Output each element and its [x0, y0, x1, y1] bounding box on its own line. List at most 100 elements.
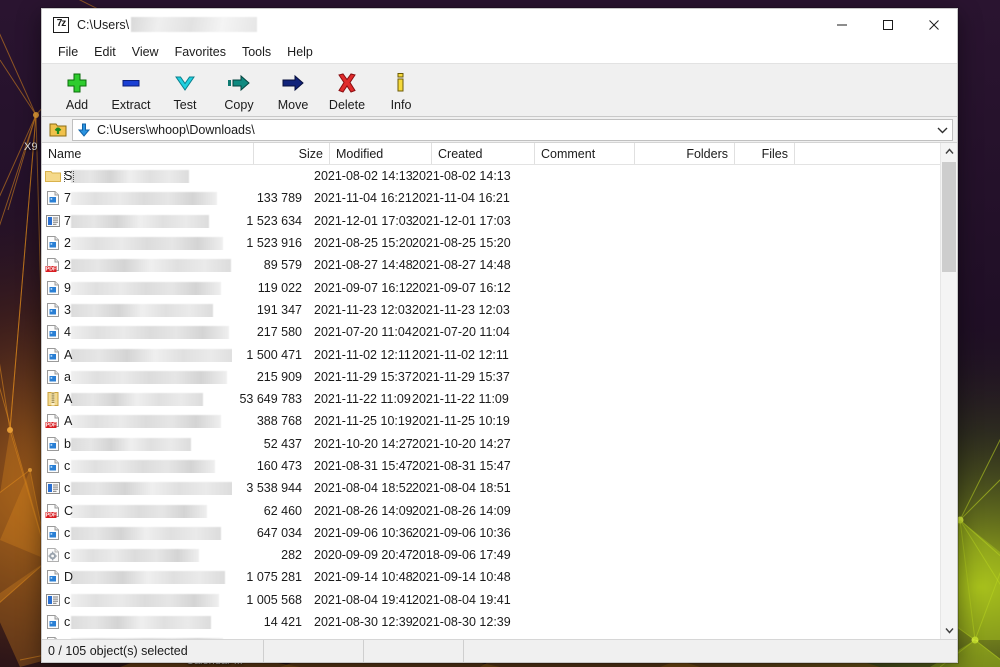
- file-name-cell[interactable]: S: [64, 169, 232, 183]
- table-row[interactable]: c647 0342021-09-06 10:362021-09-06 10:36: [42, 522, 957, 544]
- up-one-level-button[interactable]: [46, 119, 70, 141]
- column-header-created[interactable]: Created: [432, 143, 535, 164]
- scrollbar-track[interactable]: [941, 160, 957, 622]
- file-name-cell[interactable]: 3: [64, 303, 232, 317]
- table-row[interactable]: c14 4212021-08-30 12:392021-08-30 12:39: [42, 611, 957, 633]
- file-name-cell[interactable]: c: [64, 481, 232, 495]
- doc-blue-icon: [42, 614, 64, 630]
- address-field[interactable]: C:\Users\whoop\Downloads\: [72, 119, 953, 141]
- info-i-icon: [387, 71, 415, 95]
- table-row[interactable]: 71 523 6342021-12-01 17:032021-12-01 17:…: [42, 210, 957, 232]
- file-created-cell: 2021-09-07 16:12: [410, 281, 513, 295]
- column-header-name[interactable]: Name: [42, 143, 254, 164]
- file-name-cell[interactable]: b: [64, 437, 232, 451]
- address-dropdown-button[interactable]: [937, 120, 948, 140]
- column-header-comment[interactable]: Comment: [535, 143, 635, 164]
- file-name-cell[interactable]: D: [64, 570, 232, 584]
- table-row[interactable]: 4217 5802021-07-20 11:042021-07-20 11:04: [42, 321, 957, 343]
- table-row[interactable]: c1 005 5682021-08-04 19:412021-08-04 19:…: [42, 589, 957, 611]
- table-row[interactable]: b52 4372021-10-20 14:272021-10-20 14:27: [42, 433, 957, 455]
- extract-button[interactable]: Extract: [104, 67, 158, 115]
- column-header-size[interactable]: Size: [254, 143, 330, 164]
- table-row[interactable]: D1 075 2812021-09-14 10:482021-09-14 10:…: [42, 566, 957, 588]
- doc-blue-icon: [42, 324, 64, 340]
- file-created-cell: 2021-10-20 14:27: [410, 437, 513, 451]
- move-button[interactable]: Move: [266, 67, 320, 115]
- table-row[interactable]: PDFC62 4602021-08-26 14:092021-08-26 14:…: [42, 499, 957, 521]
- table-row[interactable]: 7133 7892021-11-04 16:212021-11-04 16:21: [42, 187, 957, 209]
- file-name-redacted: [71, 304, 213, 317]
- column-header-files[interactable]: Files: [735, 143, 795, 164]
- desktop-icon-label-left[interactable]: X9: [24, 141, 37, 153]
- file-name-cell[interactable]: A: [64, 392, 232, 406]
- file-name-visible-char: c: [64, 593, 70, 607]
- menu-item-file[interactable]: File: [50, 43, 86, 61]
- table-row[interactable]: a215 9092021-11-29 15:372021-11-29 15:37: [42, 366, 957, 388]
- file-name-cell[interactable]: 7: [64, 214, 232, 228]
- maximize-icon: [882, 19, 894, 31]
- file-size-cell: 282: [232, 548, 308, 562]
- file-name-cell[interactable]: c: [64, 526, 232, 540]
- file-name-cell[interactable]: c: [64, 593, 232, 607]
- table-row[interactable]: PDFA388 7682021-11-25 10:192021-11-25 10…: [42, 410, 957, 432]
- file-name-redacted: [71, 594, 219, 607]
- menu-item-help[interactable]: Help: [279, 43, 321, 61]
- table-row[interactable]: c2822020-09-09 20:472018-09-06 17:49: [42, 544, 957, 566]
- file-created-cell: 2021-11-04 16:21: [410, 191, 513, 205]
- table-row[interactable]: A53 649 7832021-11-22 11:092021-11-22 11…: [42, 388, 957, 410]
- file-name-visible-char: 2: [64, 236, 71, 250]
- title-bar[interactable]: 7z C:\Users\: [42, 9, 957, 40]
- file-name-cell[interactable]: a: [64, 370, 232, 384]
- table-row[interactable]: c46 6462021-10-27 10:332021-10-27 10:33: [42, 633, 957, 639]
- table-row[interactable]: A1 500 4712021-11-02 12:112021-11-02 12:…: [42, 343, 957, 365]
- file-name-cell[interactable]: A: [64, 348, 232, 362]
- file-name-cell[interactable]: c: [64, 548, 232, 562]
- table-row[interactable]: 21 523 9162021-08-25 15:202021-08-25 15:…: [42, 232, 957, 254]
- file-name-cell[interactable]: 2: [64, 258, 232, 272]
- menu-item-view[interactable]: View: [124, 43, 167, 61]
- file-name-redacted: [71, 393, 203, 406]
- minimize-button[interactable]: [819, 9, 865, 40]
- delete-label: Delete: [329, 98, 365, 112]
- scroll-down-button[interactable]: [941, 622, 957, 639]
- add-button[interactable]: Add: [50, 67, 104, 115]
- file-modified-cell: 2020-09-09 20:47: [308, 548, 410, 562]
- file-name-cell[interactable]: C: [64, 504, 232, 518]
- menu-item-favorites[interactable]: Favorites: [167, 43, 234, 61]
- column-header-folders[interactable]: Folders: [635, 143, 735, 164]
- scrollbar-thumb[interactable]: [942, 162, 956, 272]
- file-name-redacted: [71, 259, 231, 272]
- file-name-cell[interactable]: 2: [64, 236, 232, 250]
- vertical-scrollbar[interactable]: [940, 143, 957, 639]
- copy-button[interactable]: Copy: [212, 67, 266, 115]
- maximize-button[interactable]: [865, 9, 911, 40]
- scroll-up-button[interactable]: [941, 143, 957, 160]
- menu-item-tools[interactable]: Tools: [234, 43, 279, 61]
- column-header-filler: [795, 143, 957, 164]
- menu-item-edit[interactable]: Edit: [86, 43, 124, 61]
- file-created-cell: 2021-10-27 10:33: [410, 637, 513, 639]
- test-button[interactable]: Test: [158, 67, 212, 115]
- table-row[interactable]: c160 4732021-08-31 15:472021-08-31 15:47: [42, 455, 957, 477]
- close-button[interactable]: [911, 9, 957, 40]
- file-list-rows[interactable]: S2021-08-02 14:132021-08-02 14:137133 78…: [42, 165, 957, 639]
- table-row[interactable]: S2021-08-02 14:132021-08-02 14:13: [42, 165, 957, 187]
- table-row[interactable]: 3191 3472021-11-23 12:032021-11-23 12:03: [42, 299, 957, 321]
- file-name-cell[interactable]: c: [64, 637, 232, 639]
- file-name-visible-char: 2: [64, 258, 71, 272]
- file-name-cell[interactable]: c: [64, 459, 232, 473]
- file-name-cell[interactable]: A: [64, 414, 232, 428]
- address-path-text: C:\Users\whoop\Downloads\: [97, 123, 255, 137]
- table-row[interactable]: c3 538 9442021-08-04 18:522021-08-04 18:…: [42, 477, 957, 499]
- file-name-cell[interactable]: 7: [64, 191, 232, 205]
- arrow-right-icon: [279, 71, 307, 95]
- table-row[interactable]: 9119 0222021-09-07 16:122021-09-07 16:12: [42, 276, 957, 298]
- info-button[interactable]: Info: [374, 67, 428, 115]
- delete-button[interactable]: Delete: [320, 67, 374, 115]
- file-name-cell[interactable]: 4: [64, 325, 232, 339]
- file-name-cell[interactable]: c: [64, 615, 232, 629]
- column-header-modified[interactable]: Modified: [330, 143, 432, 164]
- file-size-cell: 388 768: [232, 414, 308, 428]
- file-name-cell[interactable]: 9: [64, 281, 232, 295]
- table-row[interactable]: PDF289 5792021-08-27 14:482021-08-27 14:…: [42, 254, 957, 276]
